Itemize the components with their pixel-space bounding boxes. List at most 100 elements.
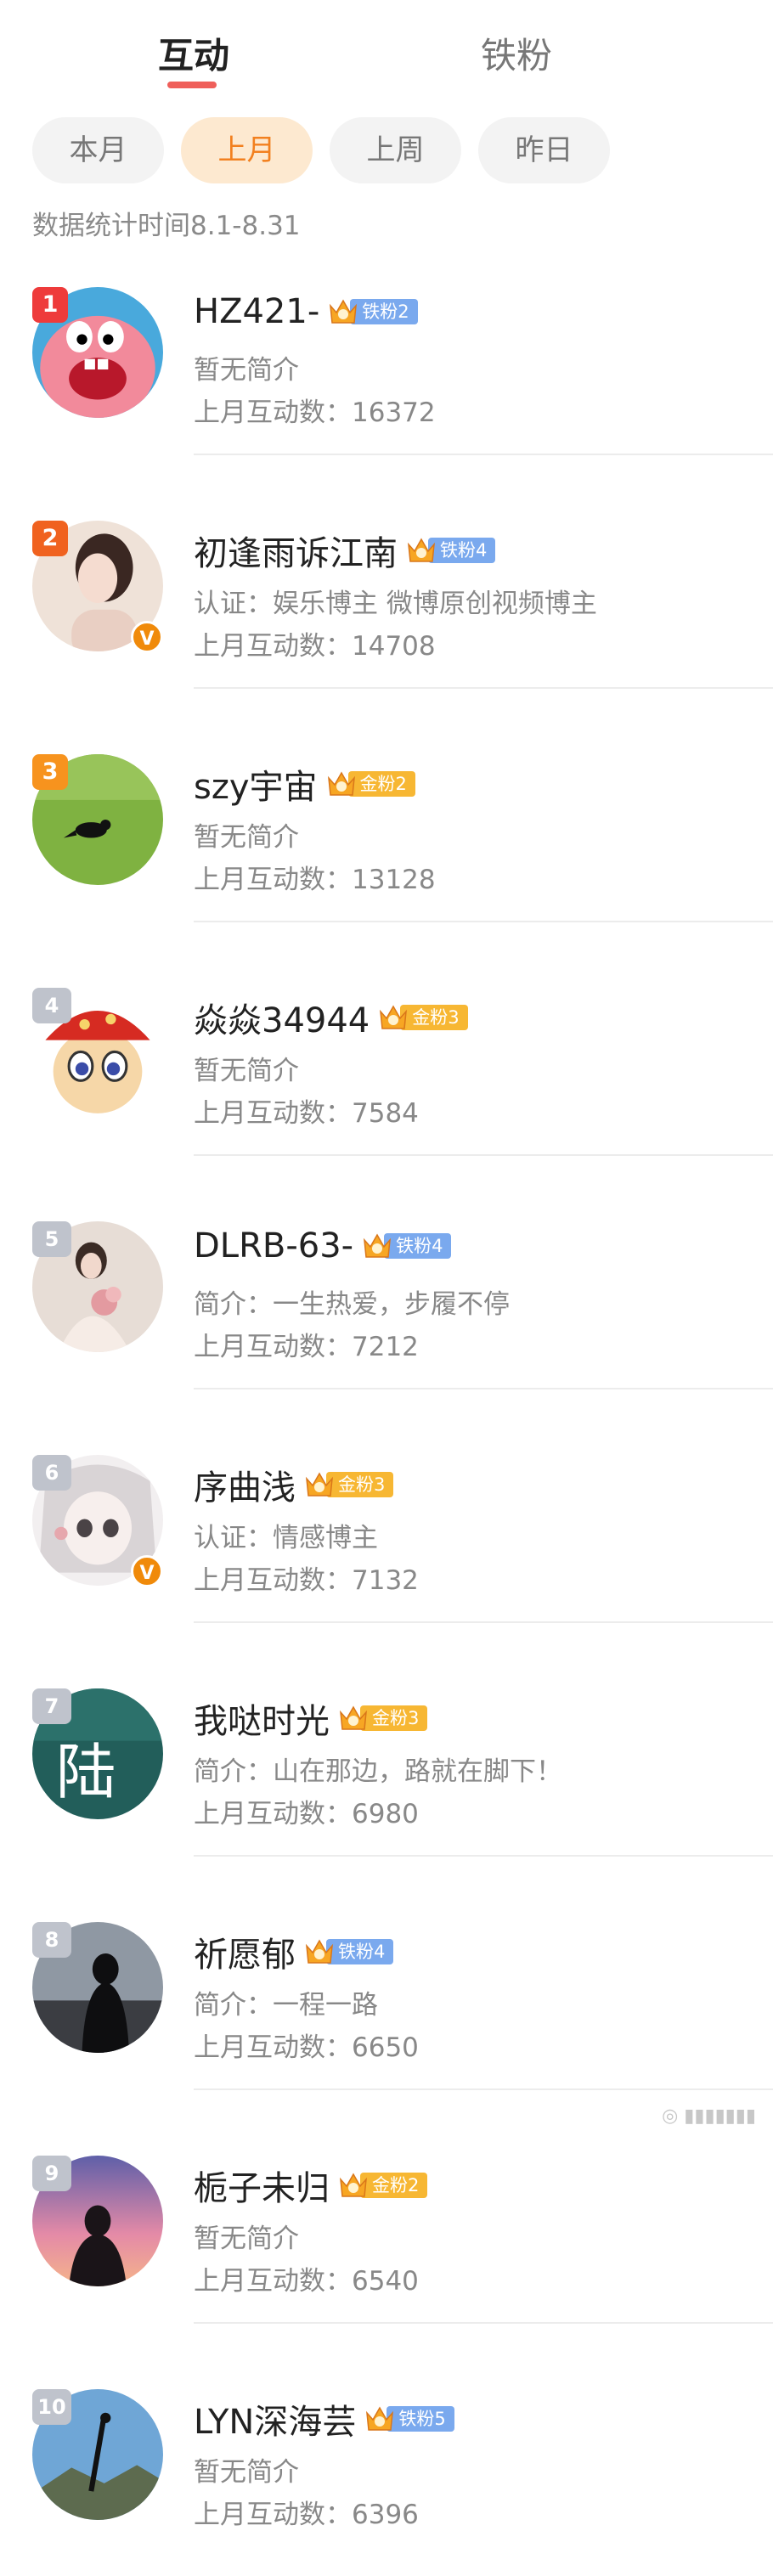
period-this-month[interactable]: 本月 — [32, 117, 164, 183]
interaction-count-value: 6980 — [352, 1799, 419, 1829]
user-name[interactable]: HZ421- — [194, 292, 319, 331]
period-last-week[interactable]: 上周 — [330, 117, 461, 183]
crown-icon — [378, 1003, 409, 1032]
tab-interaction[interactable]: 互动 — [158, 27, 229, 79]
crown-icon — [362, 1232, 392, 1260]
period-yesterday[interactable]: 昨日 — [478, 117, 610, 183]
name-line: LYN深海芸 铁粉5 — [194, 2394, 454, 2442]
divider — [194, 921, 773, 922]
top-tabs: 互动 铁粉 — [0, 0, 773, 93]
divider — [194, 454, 773, 455]
interaction-count-label: 上月互动数： — [194, 397, 352, 428]
fan-badge-label: 铁粉2 — [350, 299, 418, 324]
verified-icon: V — [131, 621, 163, 653]
fan-badge-label: 铁粉5 — [386, 2406, 454, 2432]
fan-badge-label: 铁粉4 — [384, 1233, 452, 1259]
crown-icon — [406, 536, 437, 565]
divider — [194, 687, 773, 689]
fan-badge[interactable]: 铁粉4 — [362, 1232, 452, 1260]
rank-badge: 5 — [32, 1221, 71, 1257]
fan-badge-label: 铁粉4 — [428, 538, 496, 563]
interaction-count-label: 上月互动数： — [194, 2500, 352, 2530]
interaction-count-value: 7132 — [352, 1565, 419, 1596]
fan-badge[interactable]: 金粉3 — [338, 1704, 428, 1733]
list-item[interactable]: 6 V 序曲浅 金粉3 认证：情感博主 上月互动数：7132 — [0, 1455, 773, 1642]
name-line: DLRB-63- 铁粉4 — [194, 1226, 452, 1267]
list-item[interactable]: 陆 7 我哒时光 金粉3 简介：山在那边，路就在脚下！ 上月互动数：6980 — [0, 1688, 773, 1875]
crown-icon — [326, 769, 357, 798]
fan-badge[interactable]: 金粉3 — [378, 1003, 468, 1032]
list-item[interactable]: 10 LYN深海芸 铁粉5 暂无简介上月互动数：6396 — [0, 2389, 773, 2576]
interaction-count: 上月互动数：6396 — [194, 2493, 419, 2531]
list-item[interactable]: 5 DLRB-63- 铁粉4 简介：一生热爱，步履不停 上月互动数：7212 — [0, 1221, 773, 1408]
list-item[interactable]: 4 焱焱34944 金粉3 暂无简介上月互动数：7584 — [0, 988, 773, 1175]
list-item[interactable]: 1 HZ421- 铁粉2 暂无简介 上月互动数：16372 — [0, 287, 773, 474]
name-line: 祈愿郁 铁粉4 — [194, 1927, 394, 1975]
rank-badge: 10 — [32, 2389, 71, 2425]
interaction-count-label: 上月互动数： — [194, 865, 352, 895]
fan-badge[interactable]: 金粉3 — [304, 1470, 394, 1499]
fan-badge-label: 金粉3 — [400, 1005, 468, 1030]
user-intro: 暂无简介 — [194, 2457, 299, 2488]
interaction-count: 上月互动数：6650 — [194, 2026, 419, 2064]
user-name[interactable]: 焱焱34944 — [194, 1001, 370, 1040]
name-line: 我哒时光 金粉3 — [194, 1694, 428, 1741]
rank-badge: 8 — [32, 1922, 71, 1958]
user-name[interactable]: 栀子未归 — [194, 2169, 330, 2208]
interaction-count: 上月互动数：14708 — [194, 624, 436, 662]
fan-badge[interactable]: 铁粉4 — [304, 1937, 394, 1966]
stat-time-label: 数据统计时间8.1-8.31 — [32, 211, 301, 241]
active-tab-indicator — [167, 82, 217, 88]
name-line: 序曲浅 金粉3 — [194, 1460, 394, 1508]
fan-badge-label: 金粉2 — [347, 771, 415, 797]
rank-badge: 6 — [32, 1455, 71, 1491]
user-name[interactable]: 我哒时光 — [194, 1702, 330, 1741]
interaction-count: 上月互动数：7584 — [194, 1091, 419, 1130]
name-line: HZ421- 铁粉2 — [194, 292, 418, 333]
user-name[interactable]: DLRB-63- — [194, 1226, 353, 1265]
verified-icon: V — [131, 1555, 163, 1587]
weibo-watermark: ◎ ▮▮▮▮▮▮▮ — [662, 2105, 756, 2127]
interaction-count-value: 6396 — [352, 2500, 419, 2530]
user-name[interactable]: 祈愿郁 — [194, 1936, 296, 1975]
divider — [194, 1621, 773, 1623]
interaction-count-label: 上月互动数： — [194, 2032, 352, 2063]
fan-badge-label: 金粉2 — [360, 2173, 428, 2198]
user-intro: 简介：一程一路 — [194, 1990, 378, 2021]
user-name[interactable]: szy宇宙 — [194, 768, 318, 807]
crown-icon — [304, 1470, 335, 1499]
divider — [194, 2322, 773, 2324]
interaction-count-label: 上月互动数： — [194, 1098, 352, 1129]
tab-iron-fans[interactable]: 铁粉 — [481, 27, 552, 79]
interaction-count-value: 13128 — [352, 865, 436, 895]
name-line: 栀子未归 金粉2 — [194, 2161, 428, 2208]
fan-badge-label: 金粉3 — [326, 1472, 394, 1497]
rank-badge: 4 — [32, 988, 71, 1023]
fan-badge[interactable]: 金粉2 — [338, 2171, 428, 2200]
list-item[interactable]: 3 szy宇宙 金粉2 暂无简介 上月互动数：13128 — [0, 754, 773, 941]
user-intro: 暂无简介 — [194, 355, 299, 386]
user-name[interactable]: 序曲浅 — [194, 1468, 296, 1508]
fan-badge[interactable]: 铁粉5 — [364, 2404, 454, 2433]
fan-badge[interactable]: 铁粉4 — [406, 536, 496, 565]
rank-badge: 9 — [32, 2156, 71, 2191]
period-last-month[interactable]: 上月 — [181, 117, 313, 183]
interaction-count-label: 上月互动数： — [194, 631, 352, 662]
fan-badge[interactable]: 金粉2 — [326, 769, 415, 798]
divider — [194, 1855, 773, 1857]
rank-badge: 7 — [32, 1688, 71, 1724]
list-item[interactable]: 8 祈愿郁 铁粉4 简介：一程一路上月互动数：6650 — [0, 1922, 773, 2109]
list-item[interactable]: 9 栀子未归 金粉2 暂无简介 上月互动数：6540 — [0, 2156, 773, 2342]
name-line: 初逢雨诉江南 铁粉4 — [194, 526, 496, 573]
interaction-count-value: 16372 — [352, 397, 436, 428]
name-line: szy宇宙 金粉2 — [194, 759, 415, 807]
list-item[interactable]: 2 V 初逢雨诉江南 铁粉4 认证：娱乐博主 微博原创视频博主 上月互动数：14708 — [0, 521, 773, 707]
crown-icon — [304, 1937, 335, 1966]
interaction-count-value: 6540 — [352, 2266, 419, 2297]
interaction-count-value: 7584 — [352, 1098, 419, 1129]
divider — [194, 1154, 773, 1156]
user-intro: 暂无简介 — [194, 1056, 299, 1086]
fan-badge[interactable]: 铁粉2 — [328, 297, 418, 326]
user-name[interactable]: 初逢雨诉江南 — [194, 534, 398, 573]
user-name[interactable]: LYN深海芸 — [194, 2403, 356, 2442]
